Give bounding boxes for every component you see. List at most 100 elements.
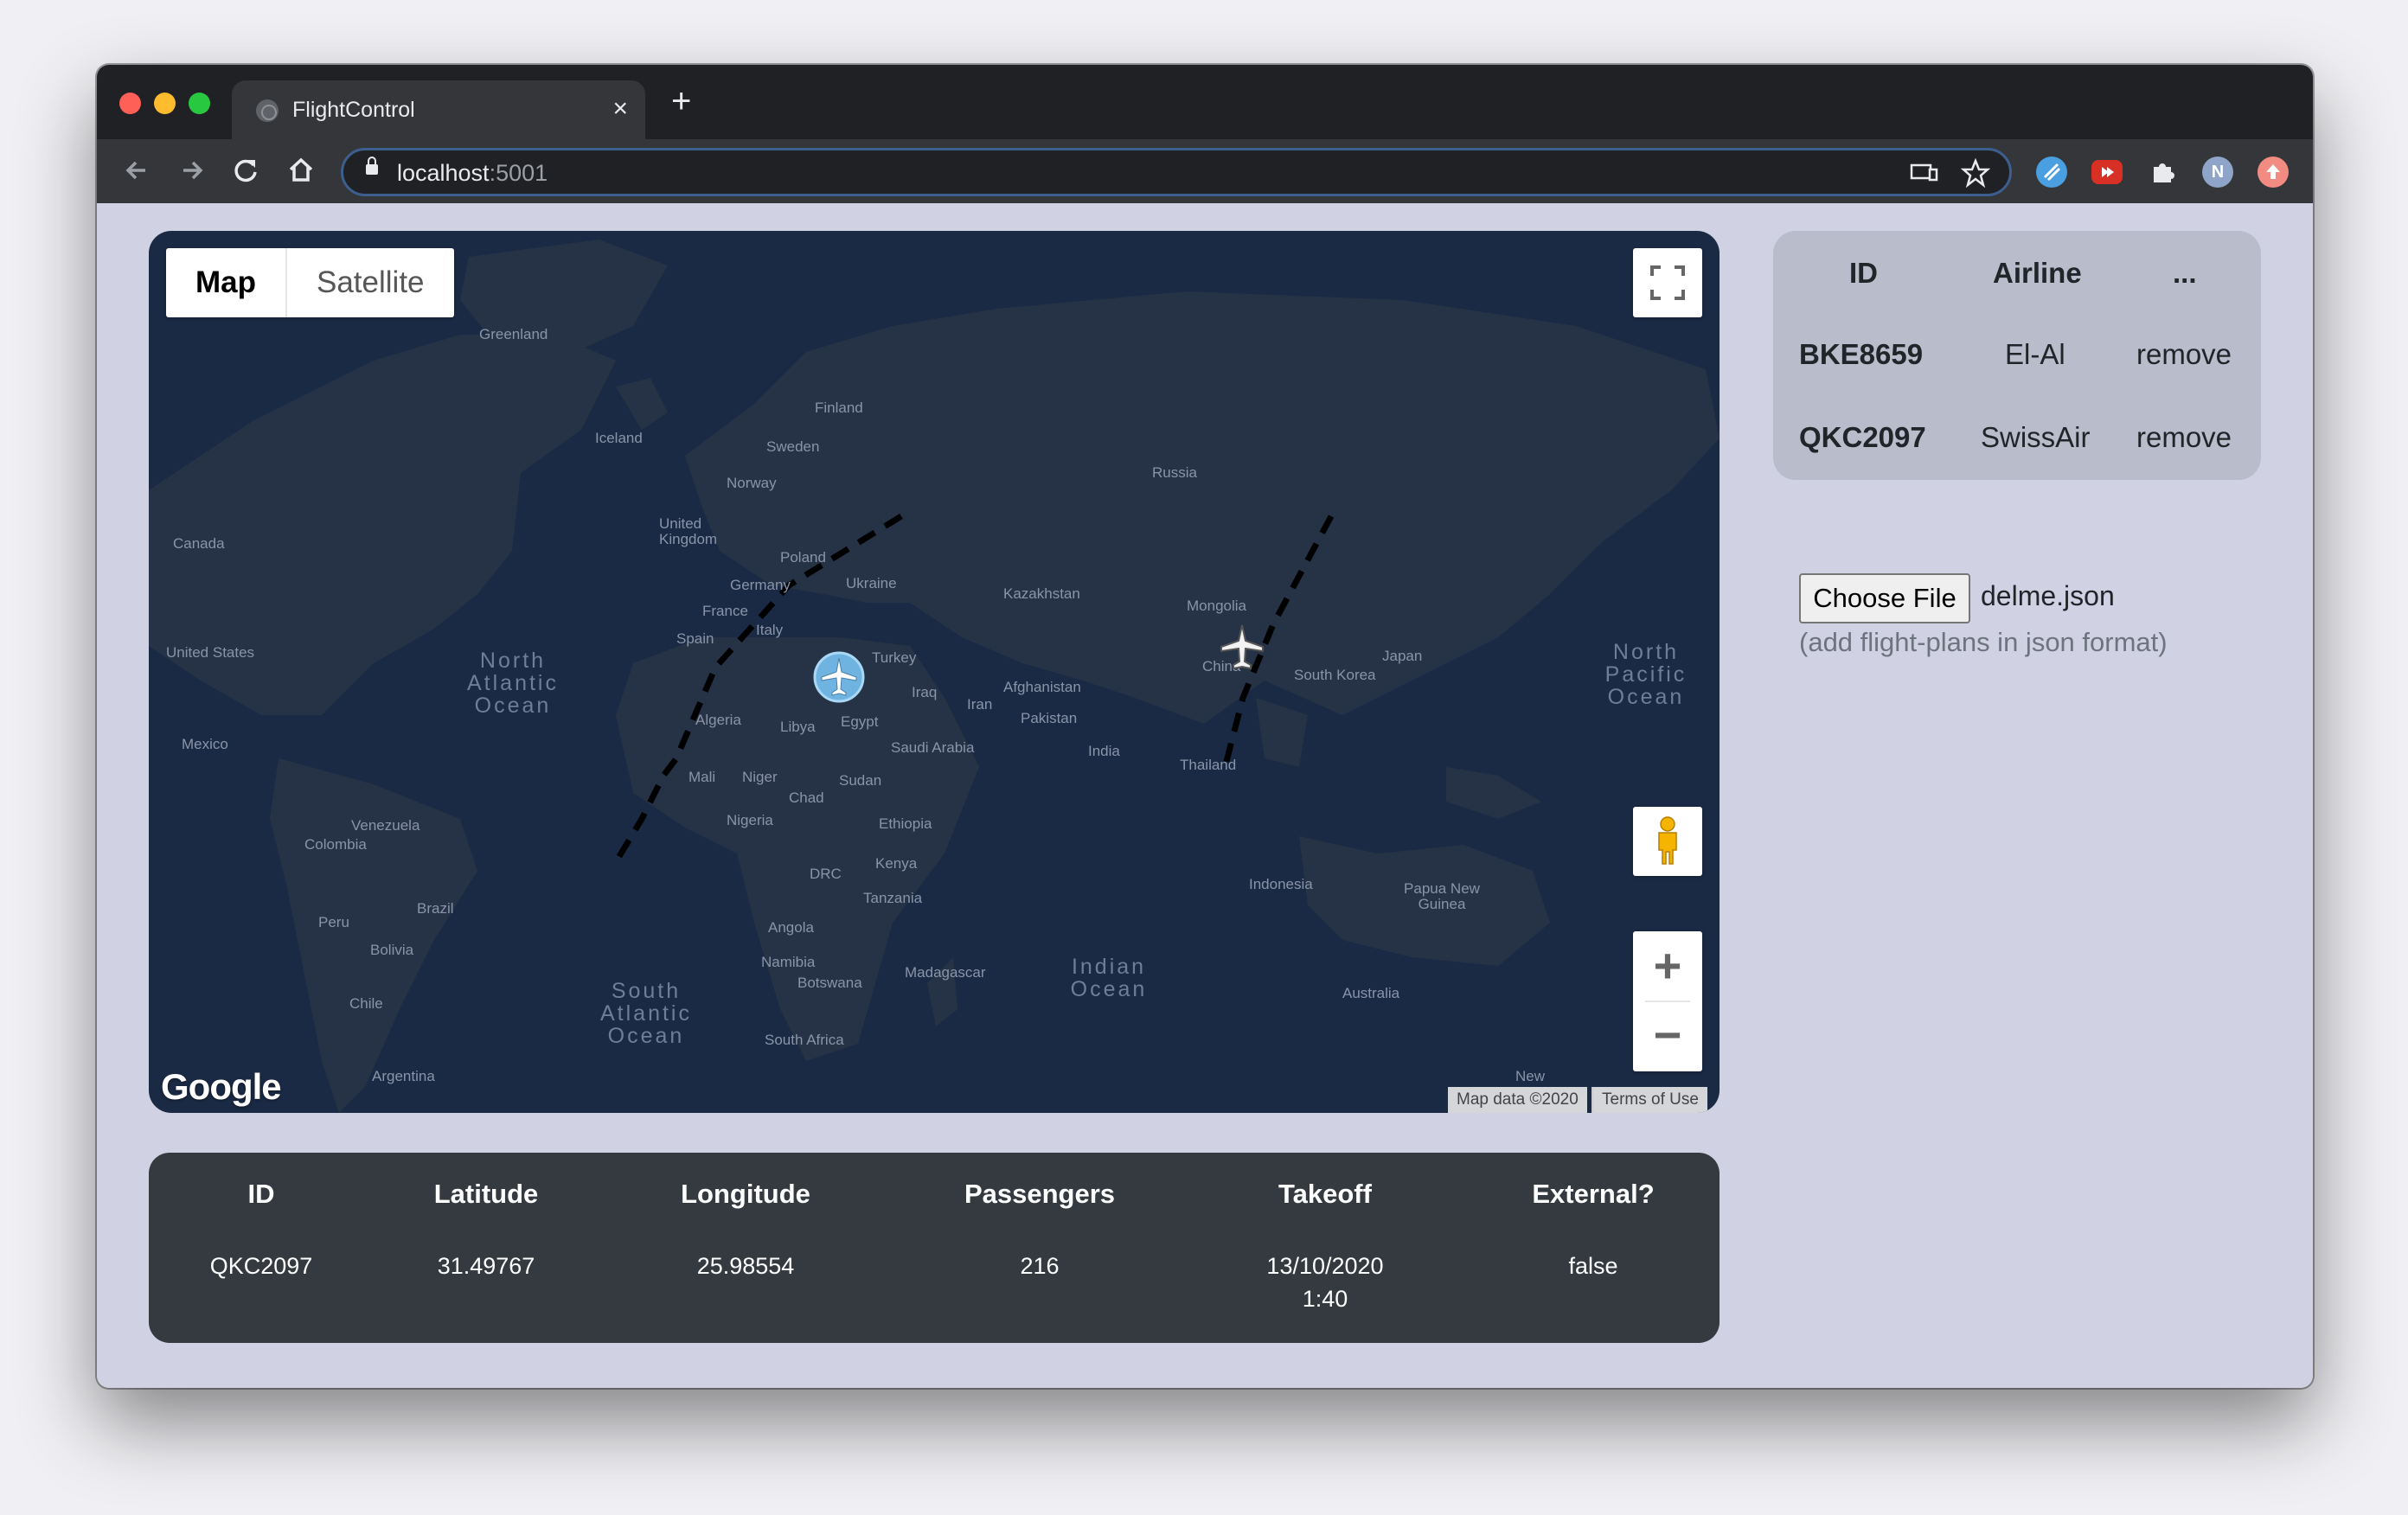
details-header-longitude: Longitude [681,1179,810,1209]
fullscreen-icon [1650,265,1685,300]
profile-avatar[interactable]: N [2202,157,2233,188]
map-label: Spain [676,630,714,647]
map-type-control: Map Satellite [166,248,454,317]
map-label: Chad [789,789,824,806]
map-label: Norway [727,475,777,491]
forward-arrow-icon[interactable] [175,153,209,188]
map-label: United Kingdom [659,515,718,547]
remove-flight-button[interactable]: remove [2136,421,2232,454]
details-cell-latitude: 31.49767 [437,1253,535,1279]
update-icon[interactable] [2258,157,2289,188]
map-label: New [1515,1068,1546,1084]
browser-tab[interactable]: FlightControl × [232,80,645,139]
airplane-icon [1220,624,1264,670]
tab-title: FlightControl [292,98,415,122]
map-label: Poland [780,549,826,566]
minimize-window-button[interactable] [154,93,176,114]
flights-header-id: ID [1849,257,1878,289]
details-cell-takeoff-date: 13/10/2020 [1266,1253,1384,1279]
map-label: Madagascar [905,964,986,981]
flight-row-airline[interactable]: SwissAir [1981,421,2091,454]
tab-close-icon[interactable]: × [612,94,628,124]
map-label: France [702,603,748,619]
flight-row-airline[interactable]: El-Al [2005,338,2065,371]
map-label: Nigeria [727,812,773,828]
selected-file-name: delme.json [1981,580,2115,611]
lock-icon [366,157,378,175]
video-extension-icon[interactable] [2091,160,2123,184]
cast-icon[interactable] [1909,158,1938,194]
flight-map[interactable]: Greenland Iceland Finland Sweden Norway … [149,231,1720,1113]
flights-list-table: ID Airline ... BKE8659 El-Al remove QKC2… [1773,231,2261,480]
map-label: Thailand [1180,757,1237,773]
browser-toolbar: localhost:5001 N [97,139,2313,203]
home-icon[interactable] [284,153,318,188]
reload-icon[interactable] [228,153,263,188]
map-label: Venezuela [351,817,420,834]
choose-file-button[interactable]: Choose File [1799,573,1970,623]
back-arrow-icon[interactable] [119,153,154,188]
map-label: Angola [768,919,814,936]
map-label: Mongolia [1187,598,1246,614]
ocean-label: Indian Ocean [1070,955,1148,1001]
puzzle-extensions-icon[interactable] [2147,157,2178,188]
map-label: Finland [815,400,863,416]
map-type-map-button[interactable]: Map [166,248,287,317]
new-tab-button[interactable]: + [671,84,691,118]
map-label: Ukraine [846,575,897,591]
map-attribution: Map data ©2020 [1448,1087,1587,1113]
map-label: Brazil [417,900,454,917]
ocean-label: South Atlantic Ocean [600,979,692,1048]
map-label: Niger [742,769,778,785]
map-type-satellite-button[interactable]: Satellite [287,248,454,317]
ocean-label: North Pacific Ocean [1604,640,1688,709]
fullscreen-button[interactable] [1633,248,1702,317]
url-host: localhost [397,160,490,186]
map-label: Afghanistan [1003,679,1081,695]
flight-row-id[interactable]: BKE8659 [1799,338,1923,371]
map-label: Germany [730,577,791,593]
map-label: Sudan [839,772,882,789]
map-label: Turkey [872,649,917,666]
details-header-latitude: Latitude [433,1179,539,1209]
map-label: India [1088,743,1120,759]
zoom-out-button[interactable]: − [1633,1002,1702,1071]
map-label: Argentina [372,1068,435,1084]
flight-marker[interactable] [1214,620,1270,675]
map-label: Tanzania [863,890,923,906]
close-window-button[interactable] [119,93,141,114]
bookmark-star-icon[interactable] [1960,157,1991,194]
details-cell-id: QKC2097 [209,1253,313,1279]
details-header-id: ID [247,1179,275,1209]
globe-icon [256,99,279,122]
pegman-icon [1658,816,1677,865]
details-header-takeoff: Takeoff [1278,1179,1372,1209]
map-label: Sweden [766,438,820,455]
remove-flight-button[interactable]: remove [2136,338,2232,371]
zoom-in-button[interactable]: + [1633,931,1702,1000]
street-view-pegman[interactable] [1633,807,1702,876]
extension-icon[interactable] [2036,157,2067,188]
flight-row-id[interactable]: QKC2097 [1799,421,1926,454]
map-label: Colombia [304,836,367,853]
details-header-passengers: Passengers [964,1179,1116,1209]
selected-flight-marker[interactable] [811,649,867,705]
map-label: Namibia [761,954,816,970]
maximize-window-button[interactable] [189,93,210,114]
map-label: Papua New Guinea [1404,880,1480,912]
browser-window: FlightControl × + localhost:5001 N Green… [97,65,2313,1388]
address-bar[interactable]: localhost:5001 [341,148,2012,196]
details-cell-passengers: 216 [1020,1253,1060,1279]
map-label: South Korea [1294,667,1376,683]
details-header-external: External? [1532,1179,1655,1209]
terms-of-use-link[interactable]: Terms of Use [1591,1087,1707,1113]
map-label: Chile [349,995,383,1012]
map-label: Italy [756,622,784,638]
map-label: Mexico [182,736,228,752]
map-label: Pakistan [1021,710,1078,726]
flight-details-table: ID Latitude Longitude Passengers Takeoff… [149,1153,1720,1343]
map-label: Algeria [695,712,741,728]
url-text: localhost:5001 [397,160,548,187]
map-label: Indonesia [1249,876,1313,892]
map-label: Libya [780,719,816,735]
